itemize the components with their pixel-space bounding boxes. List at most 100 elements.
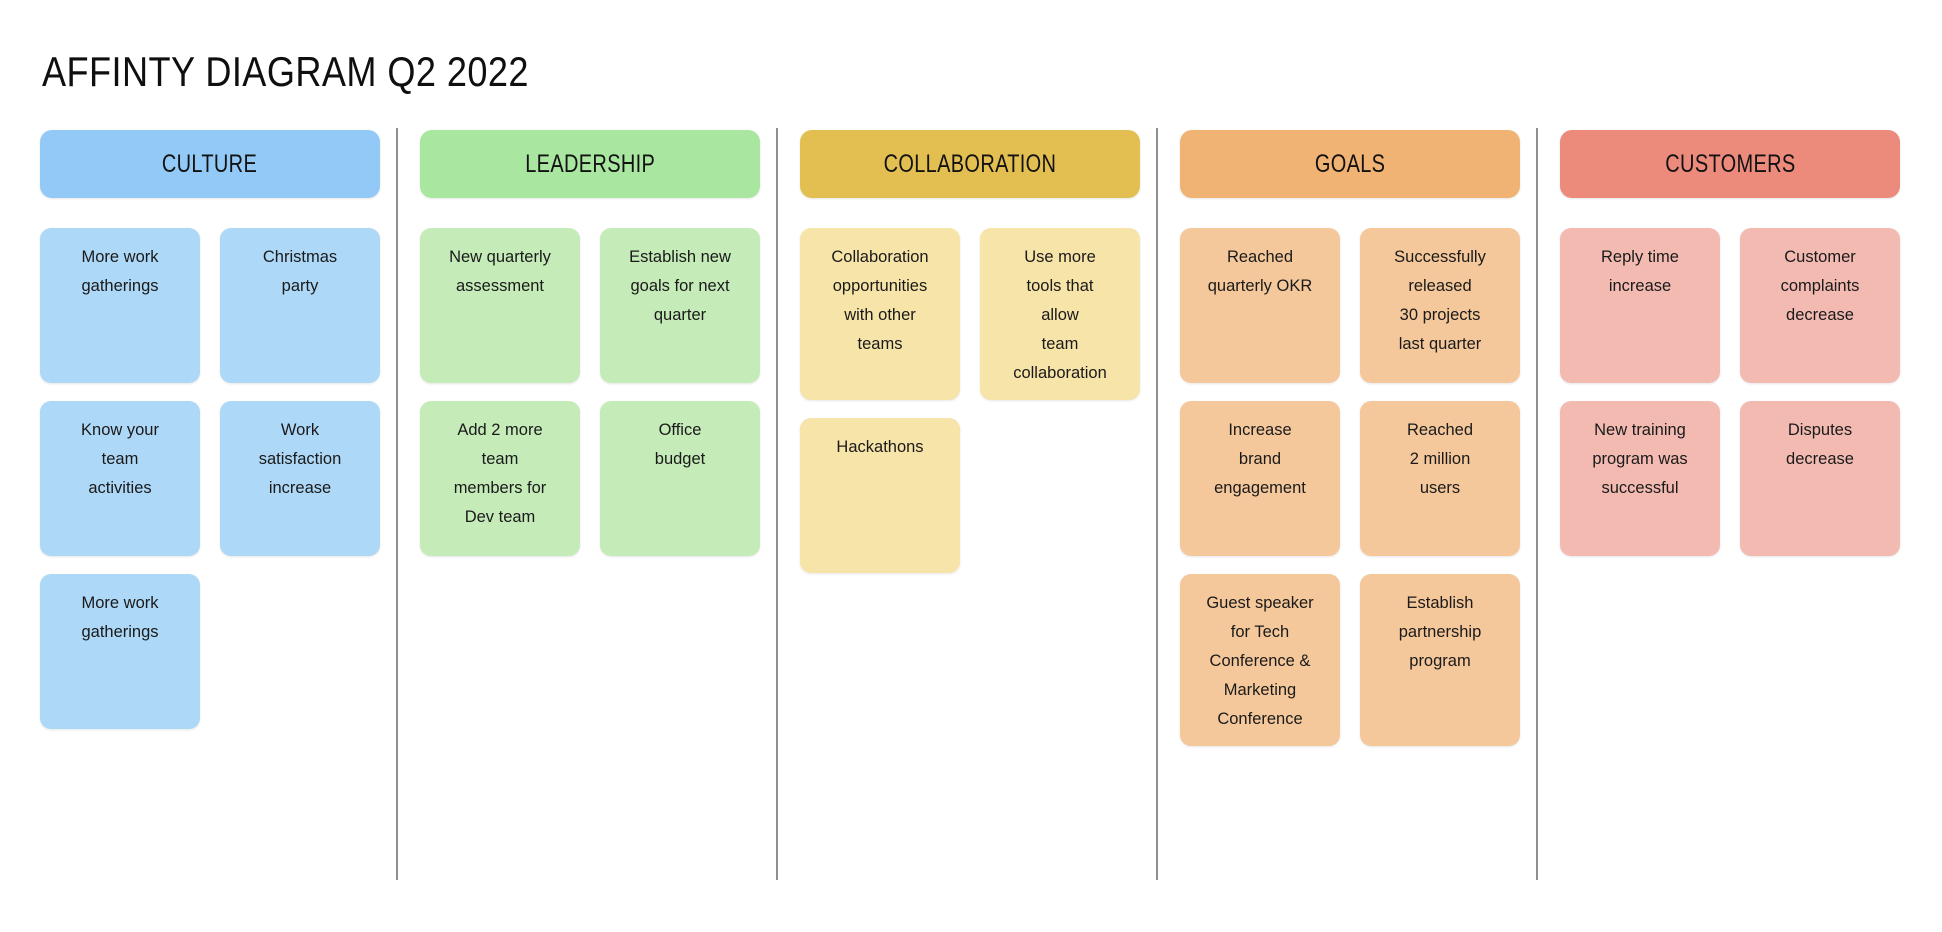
sticky-note[interactable]: Successfully released 30 projects last quar… — [1360, 228, 1520, 383]
column-header-label: LEADERSHIP — [525, 149, 655, 178]
sticky-note-line: last quarter — [1398, 335, 1482, 353]
column-culture: CULTURE More work gatherings Christmas party… — [40, 130, 380, 729]
notes-grid-goals: Reached quarterly OKR Successfully released… — [1180, 228, 1520, 746]
sticky-note-line: Successfully — [1394, 248, 1486, 266]
column-leadership: LEADERSHIP New quarterly assessment Establi… — [420, 130, 760, 556]
sticky-note-line: More work — [81, 594, 159, 612]
sticky-note-line: team — [481, 450, 519, 468]
notes-grid-leadership: New quarterly assessment Establish new goal… — [420, 228, 760, 556]
sticky-note-line: New quarterly — [449, 248, 551, 266]
sticky-note-line: assessment — [455, 277, 545, 295]
column-header-leadership[interactable]: LEADERSHIP — [420, 130, 760, 198]
sticky-note-line: allow — [1041, 306, 1079, 324]
sticky-note-line: with other — [844, 306, 916, 324]
column-customers: CUSTOMERS Reply time increase Customer compl… — [1560, 130, 1900, 556]
sticky-note-line: Dev team — [464, 508, 536, 526]
sticky-note-line: engagement — [1214, 479, 1306, 497]
sticky-note-line: party — [281, 277, 319, 295]
sticky-note-line: team — [101, 450, 139, 468]
sticky-note[interactable]: Reached 2 million users — [1360, 401, 1520, 556]
column-divider-3 — [1156, 128, 1158, 880]
column-header-goals[interactable]: GOALS — [1180, 130, 1520, 198]
sticky-note-line: team — [1041, 335, 1079, 353]
sticky-note-line: brand — [1238, 450, 1282, 468]
sticky-note[interactable]: Increase brand engagement — [1180, 401, 1340, 556]
column-header-label: CULTURE — [162, 149, 258, 178]
sticky-note-line: partnership — [1398, 623, 1482, 641]
notes-grid-customers: Reply time increase Customer complaints decr… — [1560, 228, 1900, 556]
sticky-note-line: gatherings — [81, 623, 159, 641]
sticky-note-line: 30 projects — [1399, 306, 1481, 324]
sticky-note-line: quarterly OKR — [1207, 277, 1313, 295]
sticky-note[interactable]: Disputes decrease — [1740, 401, 1900, 556]
sticky-note[interactable]: Collaboration opportunities with other team… — [800, 228, 960, 400]
sticky-note-line: Conference — [1217, 710, 1303, 728]
sticky-note[interactable]: Establish new goals for next quarter — [600, 228, 760, 383]
sticky-note[interactable]: Add 2 more team members for Dev team — [420, 401, 580, 556]
sticky-note-line: program — [1409, 652, 1471, 670]
sticky-note-line: Hackathons — [836, 438, 924, 456]
column-header-customers[interactable]: CUSTOMERS — [1560, 130, 1900, 198]
sticky-note-line: budget — [654, 450, 706, 468]
sticky-note-line: Disputes — [1787, 421, 1853, 439]
sticky-note-line: Guest speaker — [1206, 594, 1314, 612]
sticky-note[interactable]: Know your team activities — [40, 401, 200, 556]
affinity-diagram-board: AFFINTY DIAGRAM Q2 2022 CULTURE More work… — [0, 0, 1942, 932]
sticky-note-line: successful — [1601, 479, 1679, 497]
sticky-note[interactable]: Customer complaints decrease — [1740, 228, 1900, 383]
sticky-note-line: satisfaction — [258, 450, 342, 468]
sticky-note-line: Establish new — [629, 248, 731, 266]
sticky-note-line: complaints — [1780, 277, 1860, 295]
sticky-note[interactable]: New training program was successful — [1560, 401, 1720, 556]
column-header-culture[interactable]: CULTURE — [40, 130, 380, 198]
sticky-note-line: Marketing — [1223, 681, 1297, 699]
sticky-note-line: Office — [658, 421, 702, 439]
sticky-note-line: Collaboration — [831, 248, 929, 266]
page-title: AFFINTY DIAGRAM Q2 2022 — [42, 48, 529, 95]
sticky-note[interactable]: Office budget — [600, 401, 760, 556]
sticky-note[interactable]: New quarterly assessment — [420, 228, 580, 383]
column-divider-4 — [1536, 128, 1538, 880]
column-header-label: GOALS — [1314, 149, 1386, 178]
column-header-label: COLLABORATION — [883, 149, 1057, 178]
sticky-note-line: increase — [1608, 277, 1672, 295]
sticky-note-line: Reached — [1226, 248, 1294, 266]
sticky-note-line: decrease — [1786, 306, 1854, 324]
sticky-note-line: Christmas — [262, 248, 338, 266]
sticky-note-line: Know your — [81, 421, 159, 439]
column-header-collaboration[interactable]: COLLABORATION — [800, 130, 1140, 198]
sticky-note[interactable]: More work gatherings — [40, 574, 200, 729]
sticky-note[interactable]: Establish partnership program — [1360, 574, 1520, 746]
sticky-note-line: collaboration — [1013, 364, 1107, 382]
sticky-note[interactable]: Reached quarterly OKR — [1180, 228, 1340, 383]
column-divider-2 — [776, 128, 778, 880]
sticky-note-line: More work — [81, 248, 159, 266]
sticky-note-line: members for — [453, 479, 547, 497]
sticky-note-line: users — [1419, 479, 1461, 497]
sticky-note-line: opportunities — [832, 277, 928, 295]
sticky-note[interactable]: Hackathons — [800, 418, 960, 573]
sticky-note[interactable]: Reply time increase — [1560, 228, 1720, 383]
sticky-note-line: Establish — [1406, 594, 1474, 612]
sticky-note-line: Increase — [1228, 421, 1292, 439]
sticky-note-line: quarter — [653, 306, 707, 324]
sticky-note-line: gatherings — [81, 277, 159, 295]
sticky-note-line: activities — [88, 479, 152, 497]
sticky-note[interactable]: More work gatherings — [40, 228, 200, 383]
sticky-note-line: 2 million — [1409, 450, 1471, 468]
sticky-note-line: teams — [857, 335, 903, 353]
sticky-note-line: Reply time — [1601, 248, 1679, 266]
sticky-note-line: Customer — [1784, 248, 1856, 266]
column-header-label: CUSTOMERS — [1664, 149, 1796, 178]
sticky-note[interactable]: Work satisfaction increase — [220, 401, 380, 556]
sticky-note[interactable]: Christmas party — [220, 228, 380, 383]
notes-grid-collaboration: Collaboration opportunities with other team… — [800, 228, 1140, 573]
sticky-note-line: Reached — [1406, 421, 1474, 439]
sticky-note-line: Work — [280, 421, 320, 439]
sticky-note-line: tools that — [1026, 277, 1094, 295]
sticky-note[interactable]: Guest speaker for Tech Conference & Marketi… — [1180, 574, 1340, 746]
notes-grid-culture: More work gatherings Christmas party Know yo… — [40, 228, 380, 729]
sticky-note[interactable]: Use more tools that allow team collaboration — [980, 228, 1140, 400]
column-divider-1 — [396, 128, 398, 880]
sticky-note-line: Add 2 more — [457, 421, 543, 439]
